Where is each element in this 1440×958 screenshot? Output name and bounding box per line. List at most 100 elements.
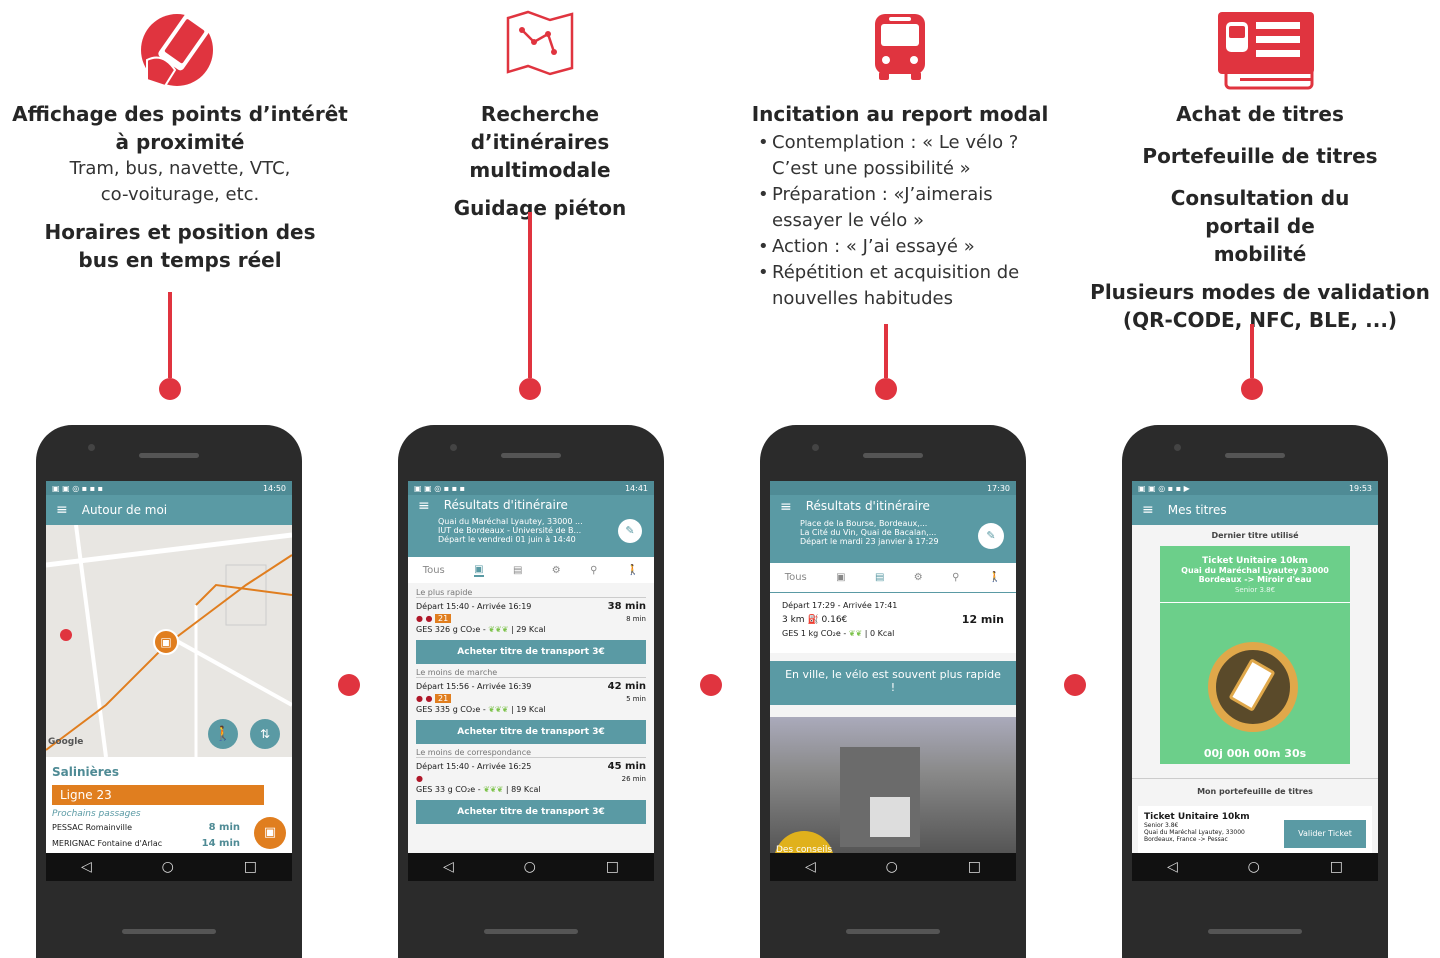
feature-title-2: Guidage piéton xyxy=(453,196,627,220)
status-bar: ▣ ▣ ◎ ▪ ▪ ▪ 14:50 xyxy=(46,481,292,495)
result-modes: ● ● 21 5 min xyxy=(416,694,646,703)
tab-car-icon[interactable]: ▤ xyxy=(513,565,522,576)
phone-bottom-speaker xyxy=(1208,929,1302,934)
app-title: Autour de moi xyxy=(81,503,168,517)
active-ticket-card[interactable]: Ticket Unitaire 10km Quai du Maréchal Ly… xyxy=(1160,546,1350,764)
connector-line xyxy=(528,212,532,378)
phone-hand-icon xyxy=(0,8,360,88)
tab-walk-icon[interactable]: 🚶 xyxy=(989,572,1001,583)
connector-line xyxy=(1250,324,1254,378)
separator-dot xyxy=(700,674,722,696)
bus-icon xyxy=(720,8,1080,88)
buy-ticket-button[interactable]: Acheter titre de transport 3€ xyxy=(416,720,646,744)
ticket-name: Ticket Unitaire 10km xyxy=(1202,556,1308,566)
stage-item: Répétition et acquisition de nouvelles h… xyxy=(758,260,1048,312)
map-view[interactable]: ▣ 🚶 ⇅ Google xyxy=(46,524,292,758)
connector-dot xyxy=(159,378,181,400)
tab-bus-icon[interactable]: ▣ xyxy=(836,572,845,583)
map-route-icon xyxy=(360,8,720,88)
origin-text: Quai du Maréchal Lyautey, 33000 ... xyxy=(438,517,583,526)
stages-list: Contemplation : « Le vélo ? C’est une po… xyxy=(758,130,1048,312)
departure-text: Départ le vendredi 01 juin à 14:40 xyxy=(438,535,576,544)
app-title: Mes titres xyxy=(1167,503,1227,517)
result-times[interactable]: Départ 15:40 - Arrivée 16:19 38 min xyxy=(416,601,646,612)
departure-row[interactable]: PESSAC Romainville 8 min xyxy=(52,822,240,833)
feature-title: Achat de titres xyxy=(1176,102,1344,126)
tab-walk-icon[interactable]: 🚶 xyxy=(627,565,639,576)
destination-text: La Cité du Vin, Quai de Bacalan,... xyxy=(800,528,937,537)
google-logo: Google xyxy=(48,737,84,747)
menu-icon[interactable]: ≡ xyxy=(418,498,430,514)
status-bar: 17:30 xyxy=(770,481,1016,495)
tab-bike-icon[interactable]: ⚲ xyxy=(952,572,959,583)
home-icon[interactable]: ○ xyxy=(524,859,536,875)
home-icon[interactable]: ○ xyxy=(1248,859,1260,875)
tab-bus-icon[interactable]: ▣ xyxy=(474,564,484,577)
phone-speaker xyxy=(501,453,561,458)
walk-fab[interactable]: 🚶 xyxy=(208,719,238,749)
android-nav-bar: ◁ ○ □ xyxy=(770,853,1016,881)
tab-moto-icon[interactable]: ⚙ xyxy=(914,572,923,583)
section-label: Le moins de correspondance xyxy=(416,748,646,758)
route-fab[interactable]: ⇅ xyxy=(250,719,280,749)
recents-icon[interactable]: □ xyxy=(1330,859,1343,875)
feature-column-tickets: Achat de titres Portefeuille de titres C… xyxy=(1080,0,1440,958)
tab-all[interactable]: Tous xyxy=(785,572,807,583)
tab-moto-icon[interactable]: ⚙ xyxy=(552,565,561,576)
line-badge[interactable]: Ligne 23 xyxy=(52,785,264,805)
feature-title-4: Plusieurs modes de validation (QR-CODE, … xyxy=(1090,280,1430,332)
menu-icon[interactable]: ≡ xyxy=(1142,502,1154,518)
departure-row[interactable]: MERIGNAC Fontaine d'Arlac 14 min xyxy=(52,838,240,849)
tab-all[interactable]: Tous xyxy=(423,565,445,576)
mode-tabs: Tous ▣ ▤ ⚙ ⚲ 🚶 xyxy=(770,563,1016,593)
result-times[interactable]: Départ 15:40 - Arrivée 16:25 45 min xyxy=(416,761,646,772)
phone-speaker xyxy=(139,453,199,458)
tab-car-icon[interactable]: ▤ xyxy=(875,572,884,583)
bus-marker[interactable]: ▣ xyxy=(153,629,179,655)
edit-fab[interactable]: ✎ xyxy=(978,523,1004,549)
phone-bottom-speaker xyxy=(846,929,940,934)
section-label: Le plus rapide xyxy=(416,588,646,598)
wallet-label: Mon portefeuille de titres xyxy=(1132,778,1378,796)
phone-speaker xyxy=(863,453,923,458)
home-icon[interactable]: ○ xyxy=(886,859,898,875)
wallet-ticket-route: Quai du Maréchal Lyautey, 33000 Bordeaux… xyxy=(1144,829,1245,843)
back-icon[interactable]: ◁ xyxy=(81,859,92,875)
stage-item: Action : « J’ai essayé » xyxy=(758,234,1048,260)
validate-ticket-button[interactable]: Valider Ticket xyxy=(1284,820,1366,848)
result-card[interactable]: Départ 17:29 - Arrivée 17:41 3 km ⛽ 0.16… xyxy=(770,593,1016,653)
back-icon[interactable]: ◁ xyxy=(1167,859,1178,875)
itinerary-header: ≡ Résultats d'itinéraire Place de la Bour… xyxy=(770,495,1016,563)
itinerary-header: ≡ Résultats d'itinéraire Quai du Maréchal… xyxy=(408,495,654,557)
result-section: Le plus rapide Départ 15:40 - Arrivée 16… xyxy=(416,588,646,664)
feature-text-routing: Recherche d’itinéraires multimodale Guid… xyxy=(360,100,720,222)
result-modes: ● ● 21 8 min xyxy=(416,614,646,623)
back-icon[interactable]: ◁ xyxy=(443,859,454,875)
home-icon[interactable]: ○ xyxy=(162,859,174,875)
back-icon[interactable]: ◁ xyxy=(805,859,816,875)
recents-icon[interactable]: □ xyxy=(968,859,981,875)
connector-dot xyxy=(875,378,897,400)
ticket-price: Senior 3.8€ xyxy=(1234,586,1276,594)
recents-icon[interactable]: □ xyxy=(244,859,257,875)
ticket-route: Quai du Maréchal Lyautey 33000 Bordeaux … xyxy=(1181,566,1329,584)
tab-bike-icon[interactable]: ⚲ xyxy=(590,565,597,576)
recents-icon[interactable]: □ xyxy=(606,859,619,875)
buy-ticket-button[interactable]: Acheter titre de transport 3€ xyxy=(416,640,646,664)
feature-subtitle: Tram, bus, navette, VTC, co-voiturage, e… xyxy=(69,158,291,205)
result-times[interactable]: Départ 15:56 - Arrivée 16:39 42 min xyxy=(416,681,646,692)
feature-title-3: Consultation du portail de mobilité xyxy=(1170,186,1350,266)
stop-name: Salinières xyxy=(52,765,119,779)
phone-mockup: ▣ ▣ ◎ ▪ ▪ ▶ 19:53 ≡ Mes titres Dernier ti… xyxy=(1122,425,1388,958)
stop-card: Salinières Ligne 23 Prochains passages P… xyxy=(46,757,292,853)
bus-fab[interactable]: ▣ xyxy=(254,817,286,849)
status-bar: ▣ ▣ ◎ ▪ ▪ ▪ 14:41 xyxy=(408,481,654,495)
result-cost-row: 3 km ⛽ 0.16€ 12 min xyxy=(782,613,1004,626)
edit-fab[interactable]: ✎ xyxy=(618,519,642,543)
phone-screen: ▣ ▣ ◎ ▪ ▪ ▶ 19:53 ≡ Mes titres Dernier ti… xyxy=(1132,481,1378,881)
feature-text-tickets: Achat de titres Portefeuille de titres C… xyxy=(1080,100,1440,334)
feature-title-2: Portefeuille de titres xyxy=(1142,144,1378,168)
menu-icon[interactable]: ≡ xyxy=(780,499,792,515)
menu-icon[interactable]: ≡ xyxy=(56,502,68,518)
buy-ticket-button[interactable]: Acheter titre de transport 3€ xyxy=(416,800,646,824)
